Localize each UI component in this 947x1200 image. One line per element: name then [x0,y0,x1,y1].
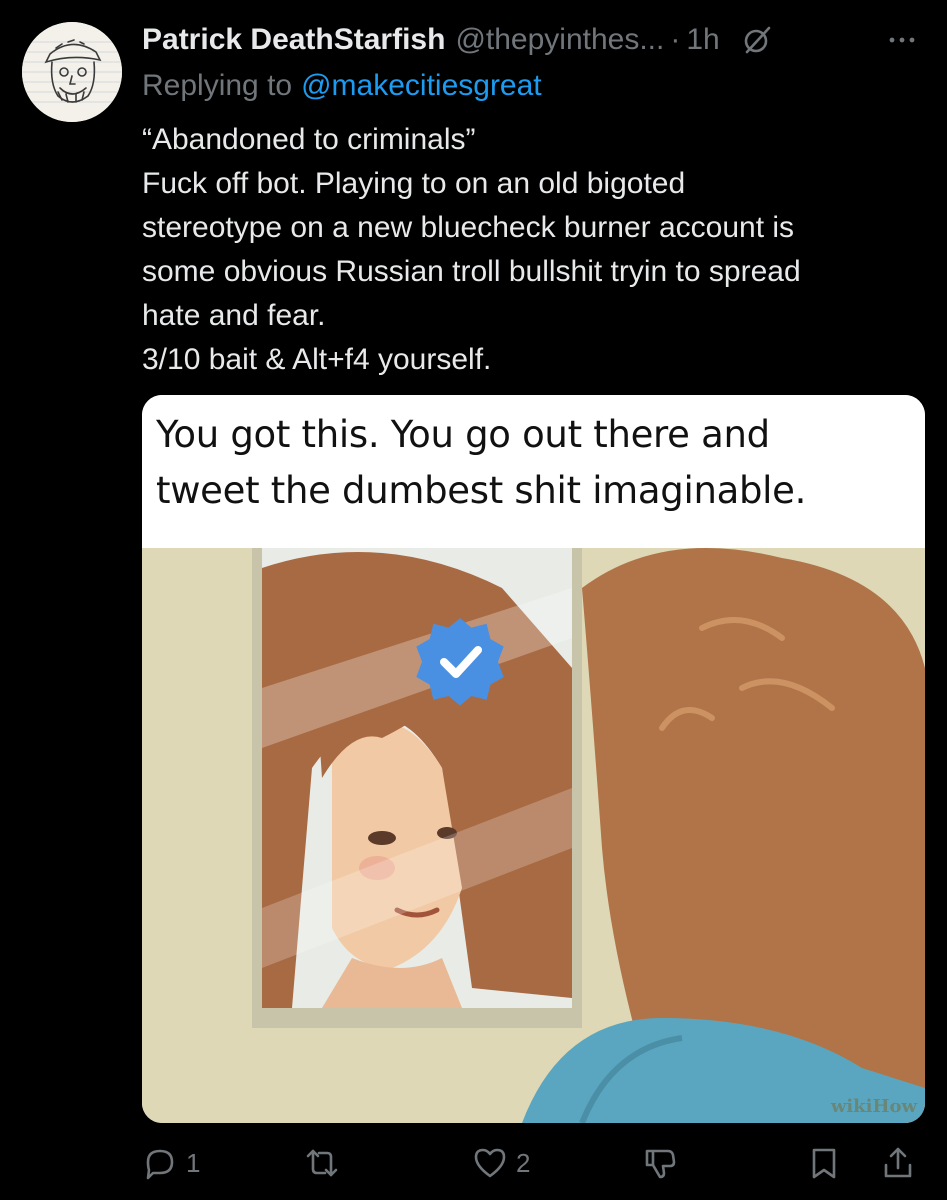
meme-caption-line: tweet the dumbest shit imaginable. [156,469,807,512]
separator-dot: · [670,23,681,56]
retweet-icon [304,1145,340,1181]
grok-icon[interactable] [742,25,772,55]
downvote-icon [642,1145,678,1181]
replying-to: Replying to @makecitiesgreat [142,64,542,108]
bookmark-button[interactable] [806,1138,842,1188]
more-icon[interactable] [886,24,918,56]
meme-caption: You got this. You go out there and tweet… [142,395,925,545]
reply-icon [142,1145,178,1181]
meme-caption-line: You got this. You go out there and [156,413,770,456]
tweet-line: Fuck off bot. Playing to on an old bigot… [142,167,686,200]
replying-to-label: Replying to [142,69,293,102]
tweet-line: “Abandoned to criminals” [142,123,476,156]
reply-mention-link[interactable]: @makecitiesgreat [301,69,542,103]
tweet-media[interactable]: You got this. You go out there and tweet… [142,395,925,1123]
tweet-line: stereotype on a new bluecheck burner acc… [142,211,795,244]
like-count: 2 [516,1147,531,1178]
timestamp[interactable]: 1h [686,23,719,57]
like-button[interactable]: 2 [472,1138,530,1188]
share-icon [880,1145,916,1181]
reply-count: 1 [186,1147,201,1178]
reply-button[interactable]: 1 [142,1138,200,1188]
tweet-line: hate and fear. [142,299,326,332]
wikihow-watermark: wikiHow [830,1096,917,1117]
like-icon [472,1145,508,1181]
avatar[interactable] [22,22,122,122]
meme-illustration [142,548,925,1123]
tweet-text: “Abandoned to criminals” Fuck off bot. P… [142,118,927,382]
tweet-line: some obvious Russian troll bullshit tryi… [142,255,801,288]
tweet-header: Patrick DeathStarfish @thepyinthes... · … [142,16,932,64]
user-handle[interactable]: @thepyinthes... [455,23,664,57]
downvote-button[interactable] [642,1138,678,1188]
tweet-line: 3/10 bait & Alt+f4 yourself. [142,343,492,376]
display-name[interactable]: Patrick DeathStarfish [142,23,445,57]
share-button[interactable] [880,1138,916,1188]
bookmark-icon [806,1145,842,1181]
tweet-actions: 1 2 [142,1138,927,1188]
retweet-button[interactable] [304,1138,348,1188]
